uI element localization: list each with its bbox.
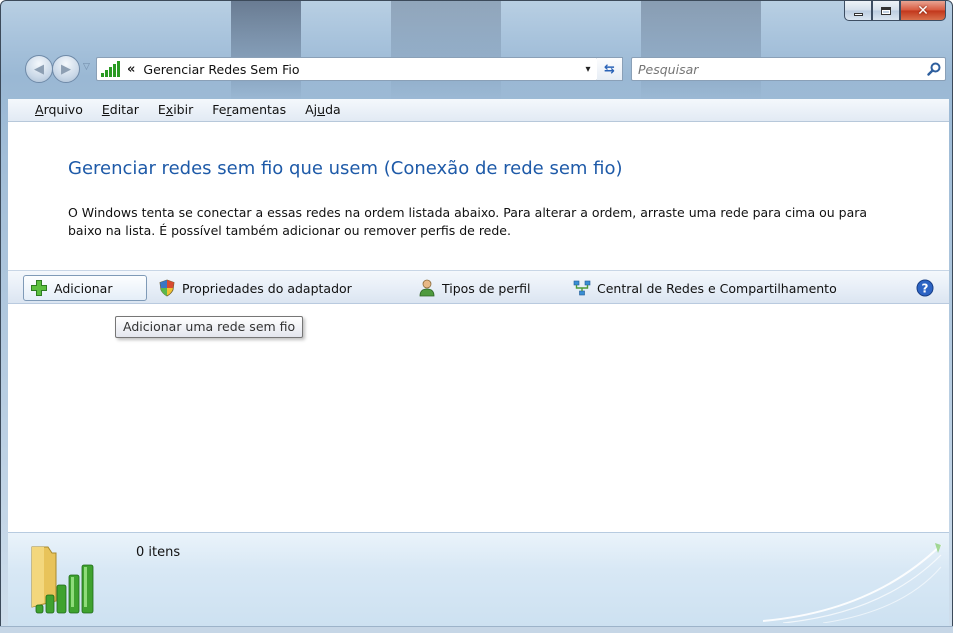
adapter-properties-button[interactable]: Propriedades do adaptador — [158, 275, 352, 301]
address-bar[interactable]: « Gerenciar Redes Sem Fio ▾ — [96, 57, 598, 81]
maximize-button[interactable] — [872, 1, 900, 21]
profile-types-button[interactable]: Tipos de perfil — [418, 275, 531, 301]
add-plus-icon — [30, 279, 48, 297]
menu-ferramentas[interactable]: Feramentas — [203, 99, 296, 121]
glass-reflection — [391, 1, 501, 101]
menu-exibir[interactable]: Exibir — [149, 99, 203, 121]
window-bottom-border — [0, 626, 953, 633]
menu-bar: Arquivo Editar Exibir Feramentas Ajuda — [8, 99, 949, 122]
shield-icon — [158, 279, 176, 297]
forward-arrow-icon: ▶ — [61, 61, 71, 77]
menu-editar[interactable]: Editar — [93, 99, 149, 121]
breadcrumb-chevron[interactable]: « — [127, 62, 135, 77]
help-button[interactable]: ? — [916, 275, 940, 301]
search-button[interactable] — [923, 58, 945, 80]
search-input[interactable] — [632, 61, 923, 77]
search-box[interactable] — [631, 57, 946, 81]
item-count: 0 itens — [136, 545, 181, 560]
network-center-icon — [573, 279, 591, 297]
add-network-label: Adicionar — [54, 280, 113, 296]
caption-buttons: ✕ — [844, 1, 946, 23]
command-bar: Adicionar Propriedades do adaptador Tipo… — [8, 270, 949, 304]
decorative-swoosh — [763, 543, 942, 623]
page-description: O Windows tenta se conectar a essas rede… — [68, 205, 868, 238]
refresh-button[interactable]: ⇆ — [597, 57, 623, 81]
details-pane: 0 itens — [8, 532, 949, 626]
network-center-button[interactable]: Central de Redes e Compartilhamento — [573, 275, 837, 301]
svg-text:?: ? — [922, 282, 929, 296]
menu-arquivo[interactable]: Arquivo — [26, 99, 93, 121]
back-button[interactable]: ◀ — [25, 55, 53, 83]
minimize-button[interactable] — [844, 1, 872, 21]
adapter-properties-label: Propriedades do adaptador — [182, 280, 352, 296]
glass-reflection — [231, 1, 301, 101]
search-icon — [927, 62, 941, 76]
glass-reflection — [641, 1, 761, 101]
profile-types-label: Tipos de perfil — [442, 280, 531, 296]
add-network-tooltip: Adicionar uma rede sem fio — [115, 316, 304, 338]
wireless-signal-icon — [101, 61, 121, 77]
recent-pages-dropdown[interactable]: ▽ — [83, 62, 90, 72]
navigation-row: ◀ ▶ ▽ « Gerenciar Redes Sem Fio ▾ ⇆ — [25, 53, 946, 83]
menu-ajuda[interactable]: Ajuda — [296, 99, 351, 121]
content-area: Gerenciar redes sem fio que usem (Conexã… — [8, 122, 949, 532]
forward-button[interactable]: ▶ — [52, 55, 80, 83]
close-button[interactable]: ✕ — [900, 1, 946, 21]
address-dropdown-button[interactable]: ▾ — [579, 64, 597, 75]
maximize-icon — [881, 6, 891, 15]
breadcrumb-current[interactable]: Gerenciar Redes Sem Fio — [143, 62, 579, 77]
network-center-label: Central de Redes e Compartilhamento — [597, 280, 837, 296]
back-arrow-icon: ◀ — [34, 61, 44, 77]
refresh-icon: ⇆ — [604, 61, 615, 77]
close-icon: ✕ — [917, 2, 929, 19]
user-profile-icon — [418, 279, 436, 297]
minimize-icon — [853, 12, 863, 16]
add-network-button[interactable]: Adicionar — [23, 275, 147, 301]
page-title: Gerenciar redes sem fio que usem (Conexã… — [68, 158, 623, 179]
wireless-networks-folder-icon — [31, 546, 94, 614]
help-icon: ? — [916, 279, 934, 297]
